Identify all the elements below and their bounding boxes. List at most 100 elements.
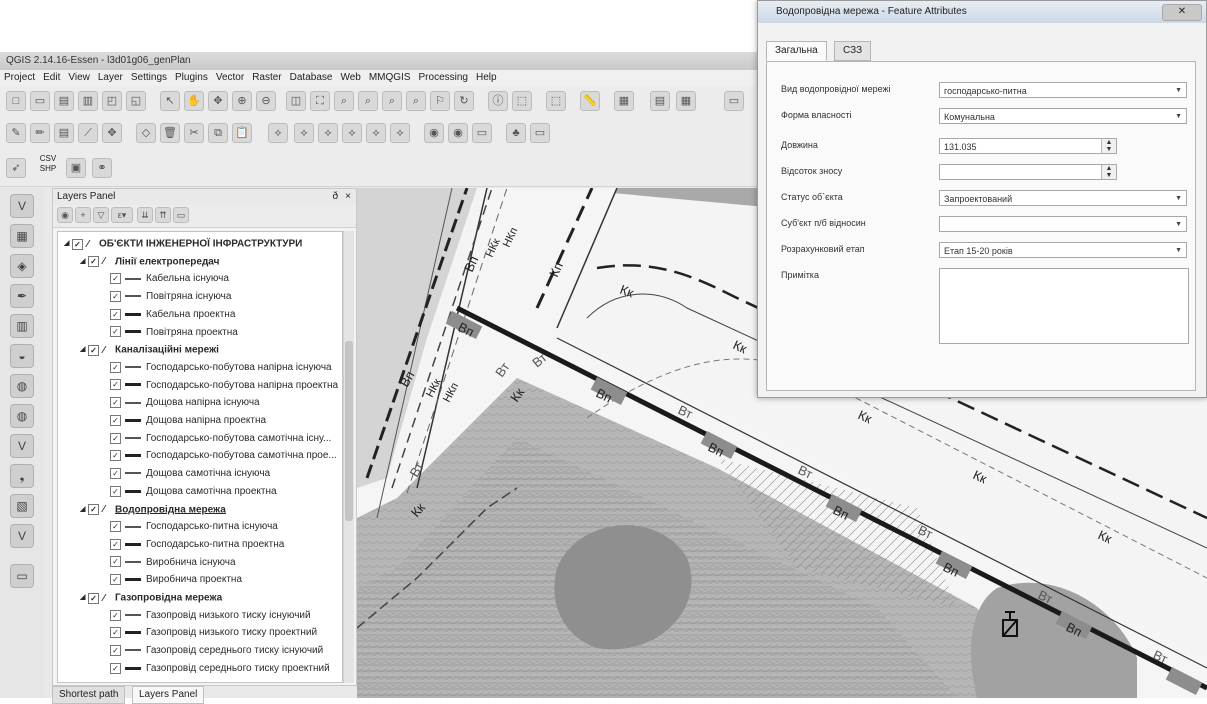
layer-item[interactable]: ✓ Господарсько-питна проектна <box>110 537 284 553</box>
visibility-icon[interactable]: ◉ <box>57 207 73 223</box>
add-wcs-layer-icon[interactable]: ◍ <box>10 404 34 428</box>
float-panel-icon[interactable]: ð <box>332 189 338 205</box>
menu-project[interactable]: Project <box>0 70 39 86</box>
visibility-checkbox[interactable]: ✓ <box>110 485 121 497</box>
plugin-tool-icon[interactable]: ▭ <box>530 123 550 143</box>
layer-item[interactable]: ✓ Господарсько-побутова самотічна існу... <box>110 431 331 447</box>
filter-expression-icon[interactable]: ε▾ <box>111 207 133 223</box>
collapse-all-icon[interactable]: ⇈ <box>155 207 171 223</box>
menu-web[interactable]: Web <box>336 70 364 86</box>
map-tips-icon[interactable]: ▦ <box>614 91 634 111</box>
stage-combo[interactable]: Етап 15-20 років ▼ <box>939 242 1187 258</box>
remove-layer-icon[interactable]: ▭ <box>173 207 189 223</box>
zoom-in-icon[interactable]: ⊕ <box>232 91 252 111</box>
add-delimited-text-icon[interactable]: ❟ <box>10 464 34 488</box>
menu-raster[interactable]: Raster <box>248 70 285 86</box>
scrollbar-thumb[interactable] <box>345 341 353 521</box>
select-features-icon[interactable]: ⬚ <box>512 91 532 111</box>
menu-mmqgis[interactable]: MMQGIS <box>365 70 415 86</box>
layer-item[interactable]: ✓ Кабельна проектна <box>110 307 235 323</box>
visibility-checkbox[interactable]: ✓ <box>88 592 99 604</box>
add-group-icon[interactable]: + <box>75 207 91 223</box>
pan-map-icon[interactable]: ✋ <box>184 91 204 111</box>
visibility-checkbox[interactable]: ✓ <box>110 574 121 586</box>
visibility-checkbox[interactable]: ✓ <box>110 326 121 338</box>
menu-vector[interactable]: Vector <box>212 70 248 86</box>
layer-item[interactable]: ✓ Виробнича проектна <box>110 572 242 588</box>
delete-selected-icon[interactable]: 🗑 <box>160 123 180 143</box>
open-project-icon[interactable]: ▭ <box>30 91 50 111</box>
layer-tree-scrollbar[interactable] <box>343 231 354 683</box>
refresh-icon[interactable]: ↻ <box>454 91 474 111</box>
add-raster-layer-icon[interactable]: ▦ <box>10 224 34 248</box>
expand-arrow-icon[interactable]: ◢ <box>80 342 88 358</box>
layer-item[interactable]: ✓ Повітряна існуюча <box>110 289 231 305</box>
expand-arrow-icon[interactable]: ◢ <box>80 502 88 518</box>
visibility-checkbox[interactable]: ✓ <box>110 290 121 302</box>
visibility-checkbox[interactable]: ✓ <box>110 308 121 320</box>
cut-features-icon[interactable]: ✂ <box>184 123 204 143</box>
pan-to-selection-icon[interactable]: ✥ <box>208 91 228 111</box>
touch-zoom-icon[interactable]: ↖ <box>160 91 180 111</box>
layer-item[interactable]: ✓ Дощова самотічна існуюча <box>110 466 270 482</box>
visibility-checkbox[interactable]: ✓ <box>110 432 121 444</box>
move-label-icon[interactable]: ⟡ <box>342 123 362 143</box>
menu-layer[interactable]: Layer <box>94 70 127 86</box>
visibility-checkbox[interactable]: ✓ <box>88 504 99 515</box>
menu-settings[interactable]: Settings <box>127 70 171 86</box>
filter-legend-icon[interactable]: ▽ <box>93 207 109 223</box>
visibility-checkbox[interactable]: ✓ <box>110 361 121 373</box>
add-oracle-layer-icon[interactable]: ◒ <box>10 344 34 368</box>
visibility-checkbox[interactable]: ✓ <box>110 627 121 639</box>
length-spinbox[interactable]: 131.035 ▲ ▼ <box>939 138 1117 154</box>
layer-item[interactable]: ✓ Газопровід низького тиску існуючий <box>110 608 311 624</box>
paste-features-icon[interactable]: 📋 <box>232 123 252 143</box>
import-icon[interactable]: ▣ <box>66 158 86 178</box>
toggle-editing-icon[interactable]: ✏ <box>30 123 50 143</box>
tab-szz[interactable]: СЗЗ <box>834 41 872 61</box>
visibility-checkbox[interactable]: ✓ <box>110 414 121 426</box>
ownership-combo[interactable]: Комунальна ▼ <box>939 108 1187 124</box>
layer-item[interactable]: ✓ Газопровід низького тиску проектний <box>110 625 317 641</box>
rotate-label-icon[interactable]: ⟡ <box>366 123 386 143</box>
node-tool-icon[interactable]: ◇ <box>136 123 156 143</box>
zoom-out-icon[interactable]: ⊖ <box>256 91 276 111</box>
layer-item[interactable]: ✓ Господарсько-побутова напірна існуюча <box>110 360 332 376</box>
python-console-icon[interactable]: ♣ <box>506 123 526 143</box>
spin-arrows-icon[interactable]: ▲ ▼ <box>1101 165 1116 179</box>
add-wms-icon[interactable]: ◉ <box>424 123 444 143</box>
new-layer-icon[interactable]: V <box>10 524 34 548</box>
print-composer-icon[interactable]: ◰ <box>102 91 122 111</box>
tab-layers-panel[interactable]: Layers Panel <box>132 686 205 704</box>
object-status-combo[interactable]: Запроектований ▼ <box>939 190 1187 206</box>
layer-item[interactable]: ✓ Кабельна існуюча <box>110 271 229 287</box>
visibility-checkbox[interactable]: ✓ <box>110 521 121 533</box>
visibility-checkbox[interactable]: ✓ <box>110 644 121 656</box>
menu-database[interactable]: Database <box>286 70 337 86</box>
visibility-checkbox[interactable]: ✓ <box>110 662 121 674</box>
add-wms-layer-icon[interactable]: ◍ <box>10 374 34 398</box>
copy-features-icon[interactable]: ⧉ <box>208 123 228 143</box>
deselect-icon[interactable]: ⬚ <box>546 91 566 111</box>
csv-shp-tool[interactable]: CSV SHP <box>36 154 60 182</box>
zoom-full-icon[interactable]: ⛶ <box>310 91 330 111</box>
layer-group[interactable]: ◢ ✓ ⁄ Лінії електропередач <box>80 254 219 270</box>
new-project-icon[interactable]: □ <box>6 91 26 111</box>
layer-item[interactable]: ✓ Газопровід середнього тиску існуючий <box>110 643 323 659</box>
visibility-checkbox[interactable]: ✓ <box>72 238 83 250</box>
rocket-icon[interactable]: ➶ <box>6 158 26 178</box>
close-panel-icon[interactable]: × <box>345 189 351 205</box>
expand-arrow-icon[interactable]: ◢ <box>80 254 88 270</box>
save-project-icon[interactable]: ▤ <box>54 91 74 111</box>
menu-view[interactable]: View <box>64 70 94 86</box>
zoom-last-icon[interactable]: ⌕ <box>382 91 402 111</box>
layer-group[interactable]: ◢ ✓ ⁄ ОБ'ЄКТИ ІНЖЕНЕРНОЇ ІНФРАСТРУКТУРИ <box>64 236 302 252</box>
show-labels-icon[interactable]: ⟡ <box>318 123 338 143</box>
wear-percent-spinbox[interactable]: ▲ ▼ <box>939 164 1117 180</box>
zoom-selection-icon[interactable]: ⌕ <box>334 91 354 111</box>
measure-icon[interactable]: 📏 <box>580 91 600 111</box>
current-edits-icon[interactable]: ✎ <box>6 123 26 143</box>
menu-edit[interactable]: Edit <box>39 70 64 86</box>
layer-item[interactable]: ✓ Виробнича існуюча <box>110 555 236 571</box>
save-as-icon[interactable]: ▥ <box>78 91 98 111</box>
